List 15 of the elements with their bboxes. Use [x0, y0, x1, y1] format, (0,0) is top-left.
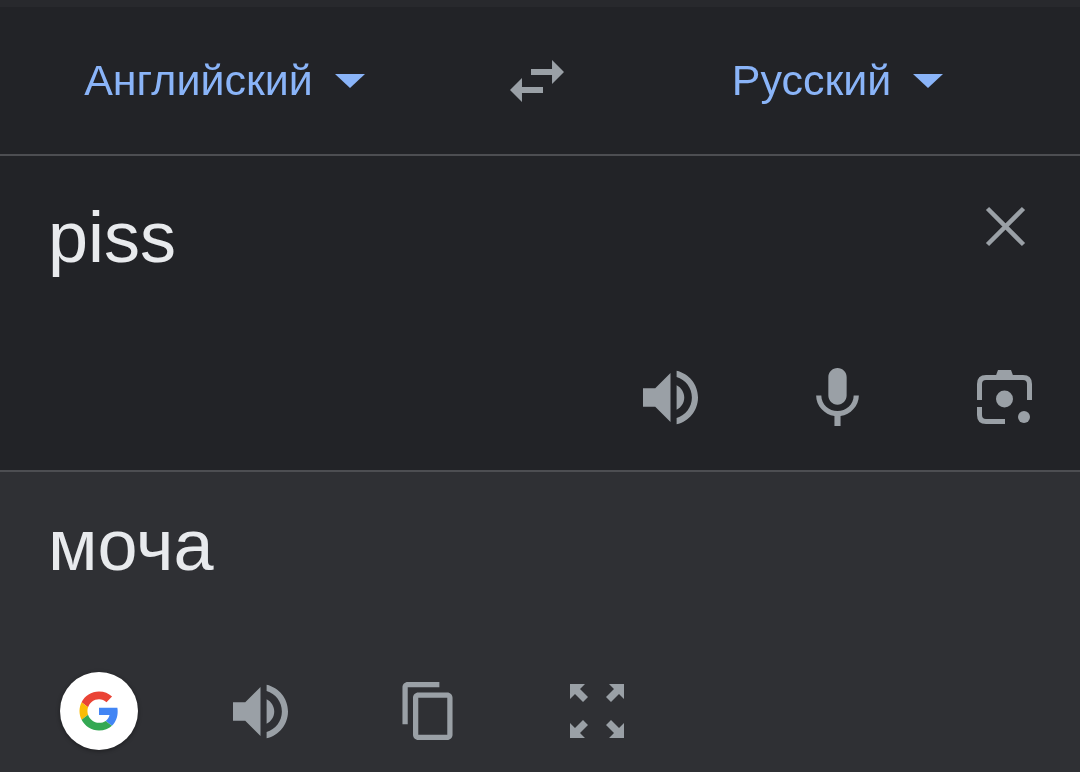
microphone-icon[interactable] [816, 368, 859, 426]
source-language-button[interactable]: Английский [84, 54, 365, 107]
caret-icon [913, 73, 944, 88]
speaker-icon[interactable] [233, 683, 288, 739]
colored-g-icon[interactable] [60, 672, 138, 750]
swap-arrows-icon[interactable] [510, 59, 564, 102]
camera-lens-icon[interactable] [977, 370, 1032, 424]
input-field[interactable]: piss [48, 194, 985, 280]
speaker-icon[interactable] [643, 369, 698, 425]
close-icon[interactable] [985, 206, 1026, 247]
fullscreen-icon[interactable] [570, 684, 624, 738]
caret-icon [334, 73, 365, 88]
target-language-button[interactable]: Русский [731, 54, 944, 107]
translation-text: моча [48, 504, 214, 587]
copy-icon[interactable] [402, 682, 453, 740]
